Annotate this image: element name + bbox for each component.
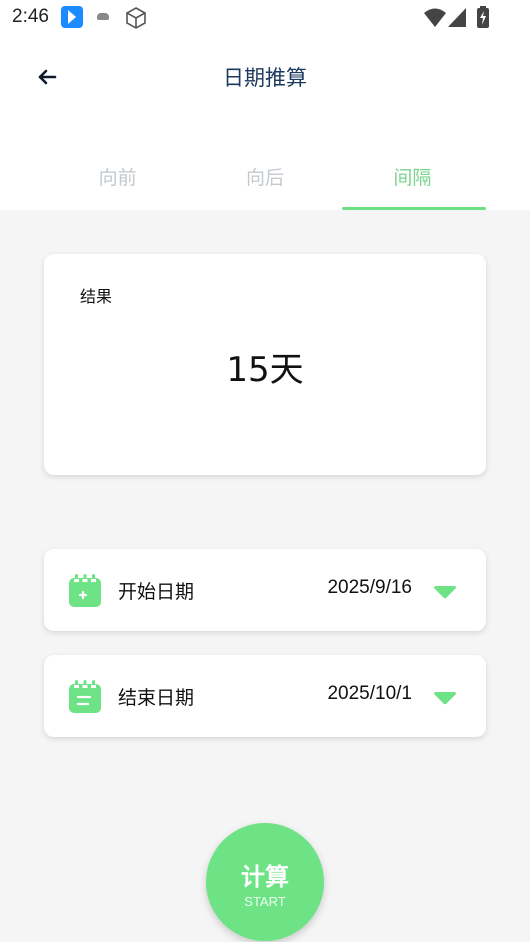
app-notification-icon	[61, 6, 83, 28]
wifi-icon	[424, 8, 446, 28]
page-title: 日期推算	[223, 66, 307, 90]
app-header: 日期推算 向前 向后 间隔	[0, 36, 530, 210]
end-date-value: 2025/10/1	[327, 683, 412, 704]
result-value: 15天	[226, 350, 304, 390]
end-date-label: 结束日期	[118, 687, 195, 709]
calculate-button-sublabel: START	[244, 894, 286, 909]
tab-backward[interactable]: 向后	[191, 146, 338, 210]
cloud-icon	[97, 13, 109, 20]
calendar-plus-icon	[69, 574, 101, 607]
result-card: 结果 15天	[44, 254, 486, 475]
start-date-label: 开始日期	[118, 581, 195, 603]
status-bar: 2:46	[0, 0, 530, 36]
calculate-button[interactable]: 计算 START	[206, 823, 324, 941]
tab-interval[interactable]: 间隔	[339, 146, 487, 210]
result-label: 结果	[80, 287, 113, 306]
start-date-selector[interactable]: 开始日期 2025/9/16	[44, 549, 486, 631]
chevron-down-icon[interactable]	[434, 584, 456, 599]
signal-icon	[448, 8, 466, 27]
calculate-button-label: 计算	[241, 863, 289, 891]
status-time: 2:46	[12, 6, 49, 27]
end-date-selector[interactable]: 结束日期 2025/10/1	[44, 655, 486, 737]
box-icon	[124, 6, 148, 30]
start-date-value: 2025/9/16	[327, 577, 412, 598]
tab-bar: 向前 向后 间隔	[44, 146, 487, 210]
battery-icon	[477, 6, 489, 28]
tab-forward[interactable]: 向前	[44, 146, 191, 210]
chevron-down-icon[interactable]	[434, 690, 456, 705]
calendar-minus-icon	[69, 680, 101, 713]
